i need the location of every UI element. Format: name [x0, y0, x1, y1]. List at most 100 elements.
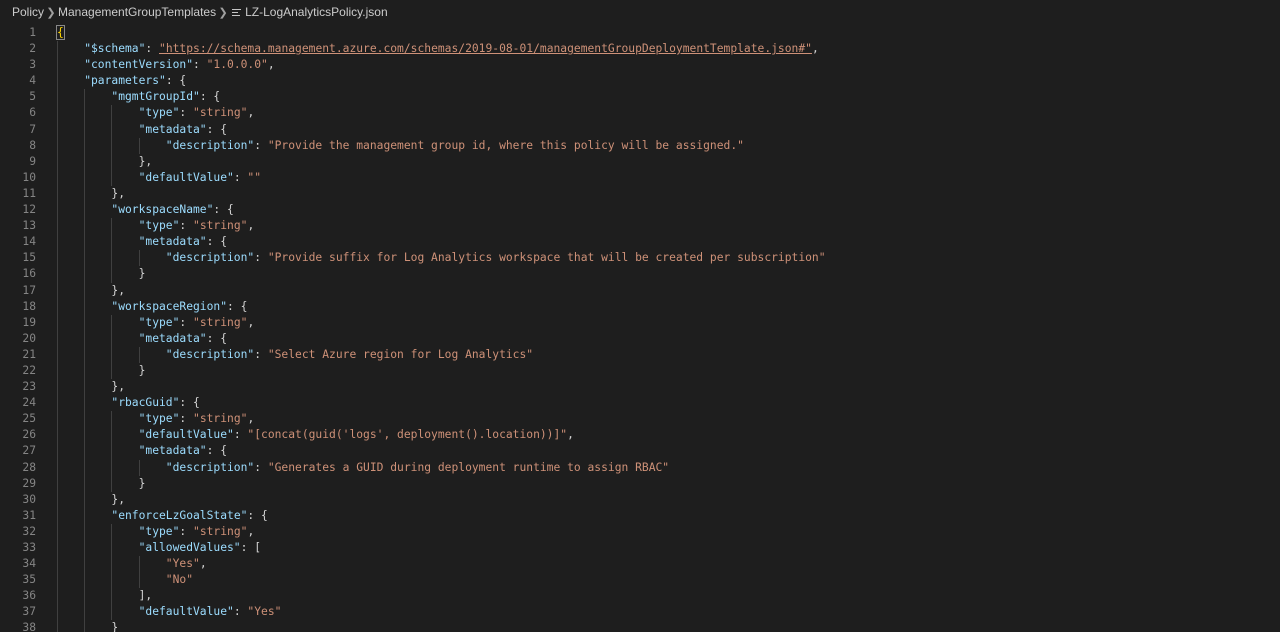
code-line[interactable]: 6 "type": "string",	[0, 105, 1280, 122]
code-editor[interactable]: 1{2 "$schema": "https://schema.management…	[0, 25, 1280, 632]
code-text: "type": "string",	[139, 218, 255, 234]
json-string: "string"	[193, 219, 248, 233]
code-line[interactable]: 10 "defaultValue": ""	[0, 169, 1280, 186]
code-line[interactable]: 24 "rbacGuid": {	[0, 395, 1280, 412]
json-string: "Yes"	[247, 605, 282, 619]
code-line[interactable]: 5 "mgmtGroupId": {	[0, 89, 1280, 106]
breadcrumb-item-policy[interactable]: Policy	[12, 5, 44, 19]
code-line[interactable]: 35 "No"	[0, 572, 1280, 589]
code-line[interactable]: 29}	[0, 475, 1280, 492]
json-punctuation: : {	[206, 331, 228, 345]
json-punctuation: :	[233, 170, 248, 184]
code-line[interactable]: 12 "workspaceName": {	[0, 202, 1280, 219]
code-line[interactable]: 37 "defaultValue": "Yes"	[0, 604, 1280, 621]
code-line[interactable]: 11},	[0, 185, 1280, 203]
json-key: "$schema"	[84, 42, 146, 56]
json-punctuation: {	[56, 25, 65, 40]
code-text: "metadata": {	[139, 443, 227, 459]
code-text: "rbacGuid": {	[111, 395, 199, 411]
code-line[interactable]: 26 "defaultValue": "[concat(guid('logs', …	[0, 427, 1280, 444]
json-key: "description"	[165, 460, 255, 474]
indent-guide	[138, 459, 140, 476]
code-line[interactable]: 38}	[0, 620, 1280, 632]
code-line[interactable]: 4 "parameters": {	[0, 73, 1280, 90]
code-line[interactable]: 17},	[0, 282, 1280, 299]
breadcrumb-item-file[interactable]: LZ-LogAnalyticsPolicy.json	[245, 5, 388, 19]
indent-guide	[84, 427, 86, 444]
indent-guide	[84, 185, 86, 203]
indent-guide	[84, 250, 86, 267]
line-number: 30	[22, 492, 36, 506]
indent-guide	[111, 475, 113, 492]
indent-guide	[111, 105, 113, 122]
code-text: },	[111, 186, 125, 202]
line-number: 3	[29, 58, 36, 72]
code-text: "metadata": {	[139, 122, 227, 138]
json-punctuation: : {	[179, 396, 200, 410]
code-line[interactable]: 15 "description": "Provide suffix for Log…	[0, 250, 1280, 267]
code-text: },	[111, 492, 125, 508]
code-line[interactable]: 33 "allowedValues": [	[0, 540, 1280, 557]
code-text: "contentVersion": "1.0.0.0",	[84, 57, 274, 73]
indent-guide	[84, 346, 86, 363]
code-line[interactable]: 14 "metadata": {	[0, 234, 1280, 251]
code-line[interactable]: 27 "metadata": {	[0, 443, 1280, 460]
line-number: 36	[22, 589, 36, 603]
code-line[interactable]: 25 "type": "string",	[0, 411, 1280, 428]
code-line[interactable]: 8 "description": "Provide the management …	[0, 137, 1280, 154]
json-punctuation: },	[111, 283, 125, 297]
code-text: "defaultValue": ""	[139, 170, 261, 186]
code-line[interactable]: 16}	[0, 266, 1280, 283]
indent-guide	[57, 346, 58, 363]
json-string: "No"	[165, 573, 194, 587]
code-line[interactable]: 9},	[0, 153, 1280, 170]
indent-guide	[84, 169, 86, 186]
line-number: 32	[22, 524, 36, 538]
line-number: 2	[29, 42, 36, 56]
code-line[interactable]: 21 "description": "Select Azure region fo…	[0, 346, 1280, 363]
indent-guide	[84, 89, 86, 106]
code-line[interactable]: 19 "type": "string",	[0, 314, 1280, 331]
code-line[interactable]: 2 "$schema": "https://schema.management.a…	[0, 41, 1280, 58]
code-line[interactable]: 7 "metadata": {	[0, 121, 1280, 138]
indent-guide	[57, 218, 58, 235]
code-line[interactable]: 34 "Yes",	[0, 556, 1280, 573]
indent-guide	[57, 523, 58, 540]
json-punctuation: :	[233, 605, 248, 619]
code-text: "No"	[166, 572, 193, 588]
indent-guide	[57, 137, 58, 154]
code-text: "description": "Generates a GUID during …	[166, 460, 669, 476]
json-key: "type"	[138, 106, 180, 120]
code-line[interactable]: 13 "type": "string",	[0, 218, 1280, 235]
indent-guide	[57, 282, 58, 299]
line-number: 19	[22, 315, 36, 329]
line-number: 16	[22, 267, 36, 281]
line-number: 15	[22, 251, 36, 265]
indent-guide	[84, 105, 86, 122]
json-key: "workspaceRegion"	[111, 299, 228, 313]
indent-guide	[57, 234, 58, 251]
json-punctuation: :	[145, 42, 160, 56]
breadcrumb-item-management-group-templates[interactable]: ManagementGroupTemplates	[58, 5, 216, 19]
indent-guide	[84, 459, 86, 476]
indent-guide	[57, 572, 58, 589]
code-line[interactable]: 32 "type": "string",	[0, 523, 1280, 540]
indent-guide	[57, 169, 58, 186]
code-line[interactable]: 30},	[0, 491, 1280, 508]
json-string: "[concat(guid('logs', deployment().locat…	[247, 428, 568, 442]
code-line[interactable]: 22}	[0, 362, 1280, 380]
code-line[interactable]: 18 "workspaceRegion": {	[0, 298, 1280, 315]
code-line[interactable]: 3 "contentVersion": "1.0.0.0",	[0, 57, 1280, 74]
code-line[interactable]: 20 "metadata": {	[0, 330, 1280, 347]
line-number: 18	[22, 299, 36, 313]
code-text: "workspaceName": {	[111, 202, 233, 218]
code-line[interactable]: 31 "enforceLzGoalState": {	[0, 507, 1280, 524]
line-number: 35	[22, 573, 36, 587]
code-line[interactable]: 1{	[0, 25, 1280, 41]
code-line[interactable]: 28 "description": "Generates a GUID durin…	[0, 459, 1280, 476]
json-punctuation: }	[138, 476, 146, 490]
code-line[interactable]: 36],	[0, 588, 1280, 605]
indent-guide	[57, 507, 58, 524]
json-punctuation: },	[111, 380, 125, 394]
code-line[interactable]: 23},	[0, 379, 1280, 396]
